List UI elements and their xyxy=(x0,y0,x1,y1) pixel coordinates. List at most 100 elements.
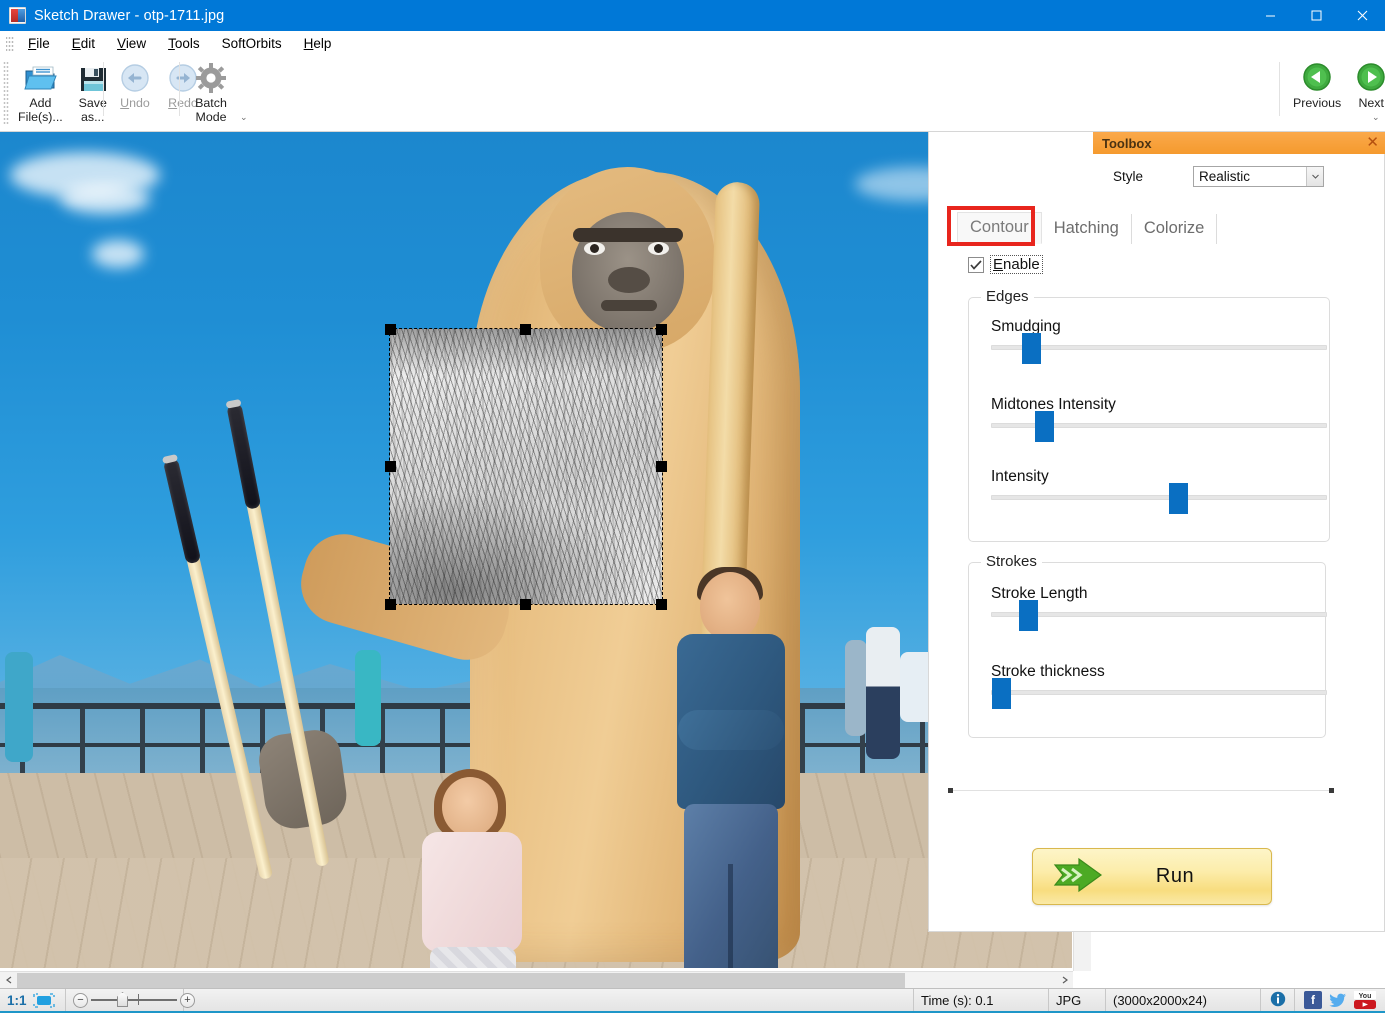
intensity-slider-thumb[interactable] xyxy=(1169,483,1188,514)
zoom-slider-track[interactable] xyxy=(91,999,177,1001)
cloud xyxy=(92,240,144,268)
close-button[interactable] xyxy=(1339,0,1385,31)
style-value: Realistic xyxy=(1199,169,1250,184)
gorilla-brow xyxy=(573,228,683,242)
menu-tools[interactable]: Tools xyxy=(157,33,211,54)
youtube-icon[interactable]: You xyxy=(1354,991,1376,1009)
main-toolbar: Add File(s)... Save as... xyxy=(0,55,1385,132)
twitter-icon[interactable] xyxy=(1329,991,1347,1009)
stroke-length-slider[interactable] xyxy=(991,612,1327,617)
toolbar-overflow-button-2[interactable]: ⌄ xyxy=(1372,112,1380,123)
status-bar: 1:1 − + Time (s): 0.1 JPG xyxy=(0,988,1385,1013)
menu-softorbits[interactable]: SoftOrbits xyxy=(211,33,293,54)
title-bar: Sketch Drawer - otp-1711.jpg xyxy=(0,0,1385,31)
midtones-slider-block: Midtones Intensity xyxy=(991,396,1327,428)
zoom-slider[interactable]: − + xyxy=(73,993,195,1008)
selection-preview-region[interactable] xyxy=(390,329,662,604)
undo-arrow-icon xyxy=(118,62,152,94)
minimize-button[interactable] xyxy=(1247,0,1293,31)
intensity-slider[interactable] xyxy=(991,495,1327,500)
girl-head xyxy=(442,777,498,837)
intensity-label: Intensity xyxy=(991,468,1327,486)
menu-view[interactable]: View xyxy=(106,33,157,54)
selection-handle-e[interactable] xyxy=(656,461,667,472)
next-button[interactable]: Next xyxy=(1347,58,1385,113)
toolbar-separator-3 xyxy=(1279,62,1280,116)
midtones-intensity-slider[interactable] xyxy=(991,423,1327,428)
toolbar-separator-2 xyxy=(179,62,180,116)
info-cell[interactable] xyxy=(1261,989,1295,1011)
batch-mode-button[interactable]: Batch Mode xyxy=(187,58,235,126)
toolbar-separator-1 xyxy=(103,62,104,116)
man-person xyxy=(672,572,792,968)
selection-handle-s[interactable] xyxy=(520,599,531,610)
scroll-right-button[interactable] xyxy=(1056,972,1073,988)
next-arrow-icon xyxy=(1354,62,1385,94)
scroll-left-button[interactable] xyxy=(0,972,17,988)
gorilla-nose xyxy=(608,267,650,293)
style-dropdown[interactable]: Realistic xyxy=(1193,166,1324,187)
horizontal-scroll-thumb[interactable] xyxy=(17,973,905,988)
toolbox-close-icon[interactable]: ✕ xyxy=(1366,136,1379,150)
zoom-ratio-cell[interactable]: 1:1 xyxy=(0,989,66,1011)
menu-file[interactable]: FFileile xyxy=(17,33,61,54)
open-folder-icon xyxy=(23,62,57,94)
selection-handle-nw[interactable] xyxy=(385,324,396,335)
girl-pants xyxy=(430,947,516,968)
girl-person xyxy=(412,777,532,968)
zoom-out-button[interactable]: − xyxy=(73,993,88,1008)
previous-button[interactable]: Previous xyxy=(1287,58,1347,113)
intensity-slider-block: Intensity xyxy=(991,468,1327,500)
undo-button[interactable]: Undo xyxy=(111,58,159,113)
gear-icon xyxy=(194,62,228,94)
facebook-icon[interactable]: f xyxy=(1304,991,1322,1009)
stroke-thickness-label: Stroke thickness xyxy=(991,663,1327,681)
smudging-slider[interactable] xyxy=(991,345,1327,350)
maximize-button[interactable] xyxy=(1293,0,1339,31)
stroke-length-slider-thumb[interactable] xyxy=(1019,600,1038,631)
toolbar-overflow-button[interactable]: ⌄ xyxy=(240,112,248,123)
zoom-slider-cell[interactable]: − + xyxy=(66,989,184,1011)
batch-mode-label: Batch Mode xyxy=(195,97,227,124)
toolbox-header[interactable]: Toolbox ✕ xyxy=(1093,132,1385,154)
man-head xyxy=(700,572,760,640)
gorilla-eye-right xyxy=(648,242,669,255)
stroke-thickness-slider-thumb[interactable] xyxy=(992,678,1011,709)
undo-label: Undo xyxy=(120,97,150,111)
menu-help[interactable]: Help xyxy=(293,33,343,54)
tab-contour[interactable]: Contour xyxy=(957,212,1042,244)
photo-image[interactable] xyxy=(0,132,1072,968)
enable-checkbox-row[interactable]: Enable xyxy=(968,255,1043,274)
enable-checkbox[interactable] xyxy=(968,257,984,273)
man-arms xyxy=(678,710,784,750)
fit-to-window-icon[interactable] xyxy=(33,993,55,1008)
selection-handle-w[interactable] xyxy=(385,461,396,472)
selection-handle-n[interactable] xyxy=(520,324,531,335)
toolbar-batch-group: Batch Mode ⌄ xyxy=(172,58,235,128)
time-cell: Time (s): 0.1 xyxy=(914,989,1049,1011)
horizontal-scrollbar[interactable] xyxy=(0,971,1073,988)
girl-coat xyxy=(422,832,522,952)
tab-colorize[interactable]: Colorize xyxy=(1132,214,1218,244)
midtones-intensity-slider-thumb[interactable] xyxy=(1035,411,1054,442)
stroke-thickness-slider[interactable] xyxy=(991,690,1327,695)
edges-group-title: Edges xyxy=(981,288,1034,305)
background-person xyxy=(355,650,381,746)
tab-hatching[interactable]: Hatching xyxy=(1042,214,1132,244)
menu-edit[interactable]: Edit xyxy=(61,33,106,54)
stroke-length-label: Stroke Length xyxy=(991,585,1327,603)
run-button[interactable]: Run xyxy=(1032,848,1272,905)
selection-handle-se[interactable] xyxy=(656,599,667,610)
toolbar-grip-icon xyxy=(3,61,9,125)
zoom-slider-thumb[interactable] xyxy=(117,992,128,1007)
info-icon[interactable] xyxy=(1270,991,1286,1010)
smudging-slider-thumb[interactable] xyxy=(1022,333,1041,364)
svg-text:You: You xyxy=(1359,993,1372,1000)
selection-handle-sw[interactable] xyxy=(385,599,396,610)
dimensions-label: (3000x2000x24) xyxy=(1113,993,1207,1008)
chevron-down-icon[interactable] xyxy=(1306,167,1323,186)
add-files-button[interactable]: Add File(s)... xyxy=(12,58,69,126)
selection-handle-ne[interactable] xyxy=(656,324,667,335)
social-links: f You xyxy=(1295,989,1385,1011)
zoom-ratio-label: 1:1 xyxy=(7,993,27,1008)
